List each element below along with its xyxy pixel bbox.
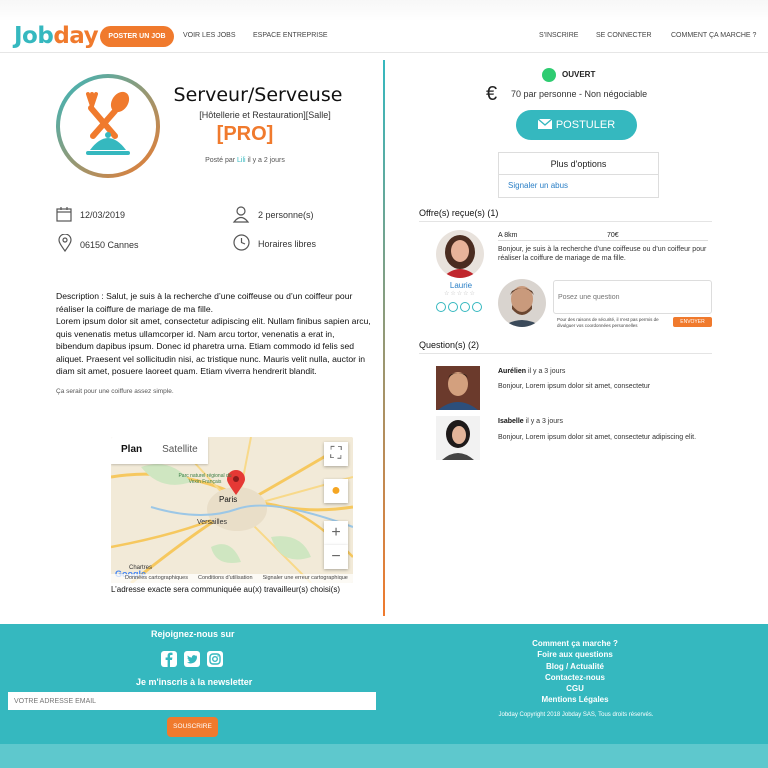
navbar: Jobday POSTER UN JOB VOIR LES JOBS ESPAC… [0,20,768,53]
location-map[interactable]: Plan Satellite ⛶ ● + − Paris Versailles … [111,437,353,583]
badge-icon [460,302,470,312]
nav-business-space[interactable]: ESPACE ENTREPRISE [253,32,328,39]
nav-register[interactable]: S'INSCRIRE [539,32,578,39]
price-text: 70 par personne - Non négociable [511,89,648,99]
badge-icon [436,302,446,312]
instagram-icon[interactable] [207,651,223,667]
newsletter-title: Je m'inscris à la newsletter [136,677,253,687]
post-job-button[interactable]: POSTER UN JOB [100,26,174,47]
rating-stars: ☆☆☆☆☆ [444,291,476,297]
nav-see-jobs[interactable]: VOIR LES JOBS [183,32,236,39]
job-category: [Hôtellerie et Restauration][Salle] [199,110,331,120]
column-divider [383,60,385,616]
more-options-box: Plus d'options Signaler un abus [498,152,659,198]
footer-copyright: Jobday Copyright 2018 Jobday SAS, Tous d… [498,712,654,718]
offers-divider [419,221,712,222]
calendar-icon [56,207,72,222]
footer-link-faq[interactable]: Foire aux questions [500,649,650,660]
euro-icon: € [486,83,498,105]
offer-username[interactable]: Laurie [440,281,482,290]
map-city-versailles: Versailles [197,519,227,526]
question-input[interactable] [553,280,712,314]
newsletter-email-input[interactable] [8,692,376,710]
top-strip [0,0,768,22]
apply-button[interactable]: POSTULER [516,110,637,140]
tab-satellite[interactable]: Satellite [152,437,208,464]
map-city-paris: Paris [219,495,238,504]
send-question-button[interactable]: ENVOYER [673,317,712,327]
question-text: Bonjour, Lorem ipsum dolor sit amet, con… [498,383,651,390]
zoom-out-button[interactable]: − [324,545,348,569]
user-badges [436,302,482,312]
job-schedule: Horaires libres [258,239,317,249]
nav-how-it-works[interactable]: COMMENT ÇA MARCHE ? [671,32,756,39]
footer-link-blog[interactable]: Blog / Actualité [500,661,650,672]
question-author: Isabelle il y a 3 jours [498,418,563,425]
jobday-logo[interactable]: Jobday [14,23,99,49]
report-abuse-link[interactable]: Signaler un abus [499,175,658,190]
location-pin-icon [58,234,72,252]
footer-links: Comment ça marche ? Foire aux questions … [500,638,650,706]
zoom-in-button[interactable]: + [324,521,348,545]
more-options-title[interactable]: Plus d'options [499,153,658,175]
question-author: Aurélien il y a 3 jours [498,368,566,375]
fullscreen-icon[interactable]: ⛶ [324,442,348,466]
offer-amount: 70€ [607,232,619,239]
map-report-link[interactable]: Signaler une erreur cartographique [263,574,348,583]
job-note: Ça serait pour une coiffure assez simple… [56,388,174,395]
facebook-icon[interactable] [161,651,177,667]
nav-login[interactable]: SE CONNECTER [596,32,652,39]
avatar-aurelien[interactable] [436,366,480,410]
question-text: Bonjour, Lorem ipsum dolor sit amet, con… [498,434,697,441]
map-address-note: L’adresse exacte sera communiquée au(x) … [111,585,340,594]
map-type-tabs: Plan Satellite [111,437,208,464]
badge-icon [472,302,482,312]
pegman-icon[interactable]: ● [324,479,348,503]
subscribe-button[interactable]: SOUSCRIRE [167,717,218,737]
avatar-current-user [498,279,546,327]
status-dot [542,68,556,82]
map-park-label: Parc naturel régional du Vexin Français [178,473,232,485]
security-warning: Pour des raisons de sécurité, il n'est p… [557,317,659,328]
clock-icon [233,234,250,251]
offer-divider [498,240,708,241]
footer-join-title: Rejoignez-nous sur [151,629,235,639]
map-terms-link[interactable]: Conditions d'utilisation [198,574,253,583]
map-data-link[interactable]: Données cartographiques [125,574,188,583]
person-icon [232,206,250,223]
offer-distance: A 8km [498,232,518,239]
avatar-isabelle[interactable] [436,416,480,460]
offer-message: Bonjour, je suis à la recherche d’une co… [498,246,707,262]
footer-link-legal[interactable]: Mentions Légales [500,694,650,705]
poster-username[interactable]: Lili [237,157,246,164]
avatar-laurie[interactable] [436,230,484,278]
job-date: 12/03/2019 [80,210,126,220]
footer-link-how-it-works[interactable]: Comment ça marche ? [500,638,650,649]
job-description: Description : Salut, je suis à la recher… [56,291,371,376]
job-persons: 2 personne(s) [258,210,314,220]
offers-title: Offre(s) reçue(s) (1) [419,208,499,218]
twitter-icon[interactable] [184,651,200,667]
questions-title: Question(s) (2) [419,340,480,350]
questions-divider [419,353,712,354]
footer-link-cgu[interactable]: CGU [500,683,650,694]
job-title: Serveur/Serveuse [173,84,343,106]
footer-bottom-band [0,744,768,768]
job-location: 06150 Cannes [80,240,139,250]
posted-by: Posté par Lili il y a 2 jours [205,157,285,164]
footer-link-contact[interactable]: Contactez-nous [500,672,650,683]
map-footer: Données cartographiques Conditions d'uti… [111,574,353,583]
envelope-icon [537,118,553,129]
pro-badge: [PRO] [216,123,274,145]
status-text: OUVERT [562,70,596,79]
badge-icon [448,302,458,312]
tab-plan[interactable]: Plan [111,437,152,464]
